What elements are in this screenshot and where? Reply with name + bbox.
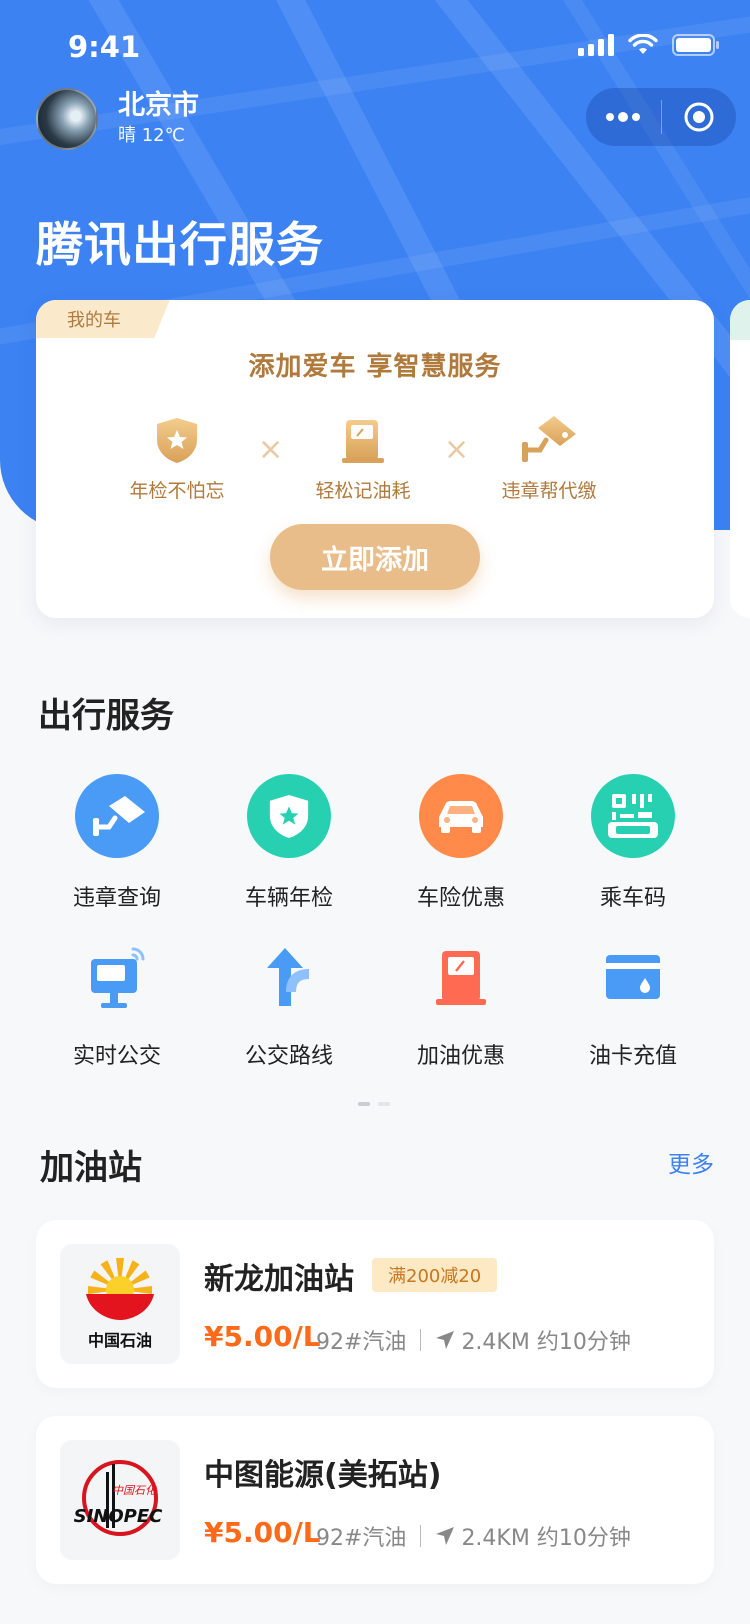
signal-icon xyxy=(578,34,614,56)
my-car-tag: 我的车 xyxy=(36,300,152,338)
times-separator: × xyxy=(258,432,284,467)
logo-text: SINOPEC xyxy=(74,1506,164,1527)
battery-icon xyxy=(672,34,719,56)
station-price: ¥5.00/L xyxy=(204,1320,321,1353)
page-indicator xyxy=(358,1102,390,1106)
feature-label: 违章帮代缴 xyxy=(501,480,597,502)
svg-text:中国石化: 中国石化 xyxy=(112,1484,158,1497)
service-label: 加油优惠 xyxy=(416,1044,505,1069)
route-arrow-icon xyxy=(267,948,310,1006)
service-icon-bg xyxy=(75,774,159,858)
station-price: ¥5.00/L xyxy=(204,1516,321,1549)
service-ride-code[interactable]: 乘车码 xyxy=(558,774,708,912)
petrochina-logo: 中国石油 xyxy=(60,1244,180,1364)
feature-violation-pay: 违章帮代缴 xyxy=(479,412,619,503)
services-title: 出行服务 xyxy=(38,696,174,736)
logo-text: 中国石油 xyxy=(88,1331,152,1350)
service-bus-routes[interactable]: 公交路线 xyxy=(214,942,364,1070)
status-bar: 9:41 xyxy=(0,0,750,96)
station-meta: 92#汽油 2.4KM 约10分钟 xyxy=(316,1520,631,1552)
location-row[interactable]: 北京市 晴 12℃ xyxy=(36,88,199,150)
service-label: 车险优惠 xyxy=(416,886,505,911)
service-label: 实时公交 xyxy=(72,1044,161,1069)
add-car-button[interactable]: 立即添加 xyxy=(270,524,480,590)
bus-stop-display-icon xyxy=(91,947,145,1008)
gas-station-card[interactable]: 中国石油 新龙加油站 满200减20 ¥5.00/L 92#汽油 2.4KM 约… xyxy=(36,1220,714,1388)
my-car-card[interactable]: 我的车 添加爱车 享智慧服务 年检不怕忘 × 轻松记油耗 × 违章帮代缴 立即添… xyxy=(36,300,714,618)
more-dots-icon xyxy=(606,112,641,122)
service-label: 违章查询 xyxy=(72,886,161,911)
more-menu-button[interactable] xyxy=(586,88,661,146)
navigation-arrow-icon xyxy=(436,1527,455,1545)
page-title: 腾讯出行服务 xyxy=(36,218,324,273)
service-icon-bg xyxy=(247,942,331,1012)
service-label: 乘车码 xyxy=(599,886,666,911)
weather-avatar xyxy=(36,88,98,150)
city-name: 北京市 xyxy=(118,90,199,121)
times-separator: × xyxy=(444,432,470,467)
camera-icon xyxy=(522,416,576,462)
more-link[interactable]: 更多 xyxy=(668,1145,714,1179)
service-icon-bg xyxy=(591,774,675,858)
service-vehicle-inspection[interactable]: 车辆年检 xyxy=(214,774,364,912)
service-violation-query[interactable]: 违章查询 xyxy=(42,774,192,912)
station-distance: 2.4KM 约10分钟 xyxy=(461,1330,631,1355)
service-icon-bg xyxy=(419,774,503,858)
weather-text: 晴 12℃ xyxy=(118,125,185,146)
service-label: 油卡充值 xyxy=(588,1044,677,1069)
target-circle-icon xyxy=(684,102,714,132)
wifi-icon xyxy=(628,34,658,54)
fuel-type: 92#汽油 xyxy=(316,1526,407,1551)
fuel-pump-icon xyxy=(342,420,384,463)
service-icon-bg xyxy=(419,942,503,1012)
status-icons xyxy=(578,34,720,56)
service-realtime-bus[interactable]: 实时公交 xyxy=(42,942,192,1070)
station-name: 中图能源(美拓站) xyxy=(204,1458,442,1493)
car-icon xyxy=(439,801,483,833)
service-icon-bg xyxy=(247,774,331,858)
service-fuel-card-topup[interactable]: 油卡充值 xyxy=(558,942,708,1070)
navigation-arrow-icon xyxy=(436,1331,455,1349)
qr-code-icon xyxy=(608,794,658,838)
close-capsule-button[interactable] xyxy=(662,88,737,146)
fuel-type: 92#汽油 xyxy=(316,1330,407,1355)
promo-badge: 满200减20 xyxy=(372,1258,498,1292)
service-label: 车辆年检 xyxy=(244,886,333,911)
gas-station-card[interactable]: 中国石化 SINOPEC 中图能源(美拓站) ¥5.00/L 92#汽油 2.4… xyxy=(36,1416,714,1584)
station-distance: 2.4KM 约10分钟 xyxy=(461,1526,631,1551)
my-car-tag-label: 我的车 xyxy=(67,310,121,331)
station-name: 新龙加油站 xyxy=(204,1262,354,1297)
car-card-headline: 添加爱车 享智慧服务 xyxy=(248,352,502,382)
fuel-card-icon xyxy=(606,955,660,999)
feature-label: 轻松记油耗 xyxy=(315,480,411,502)
gas-stations-title: 加油站 xyxy=(40,1148,142,1188)
service-fuel-deals[interactable]: 加油优惠 xyxy=(386,942,536,1070)
shield-star-icon xyxy=(157,418,197,463)
service-insurance-deals[interactable]: 车险优惠 xyxy=(386,774,536,912)
page-dot xyxy=(378,1102,390,1106)
shield-star-icon xyxy=(269,794,309,838)
feature-label: 年检不怕忘 xyxy=(129,480,225,502)
miniprogram-capsule xyxy=(586,88,736,146)
service-icon-bg xyxy=(75,942,159,1012)
feature-fuel-log: 轻松记油耗 xyxy=(293,412,433,503)
status-time: 9:41 xyxy=(68,30,141,64)
feature-annual-inspection: 年检不怕忘 xyxy=(107,412,247,503)
next-card-peek[interactable] xyxy=(730,300,750,618)
sinopec-logo: 中国石化 SINOPEC xyxy=(60,1440,180,1560)
service-label: 公交路线 xyxy=(244,1044,333,1069)
service-icon-bg xyxy=(591,942,675,1012)
traffic-camera-icon xyxy=(93,796,145,836)
fuel-pump-icon xyxy=(436,951,486,1005)
station-meta: 92#汽油 2.4KM 约10分钟 xyxy=(316,1324,631,1356)
page-dot-active xyxy=(358,1102,370,1106)
